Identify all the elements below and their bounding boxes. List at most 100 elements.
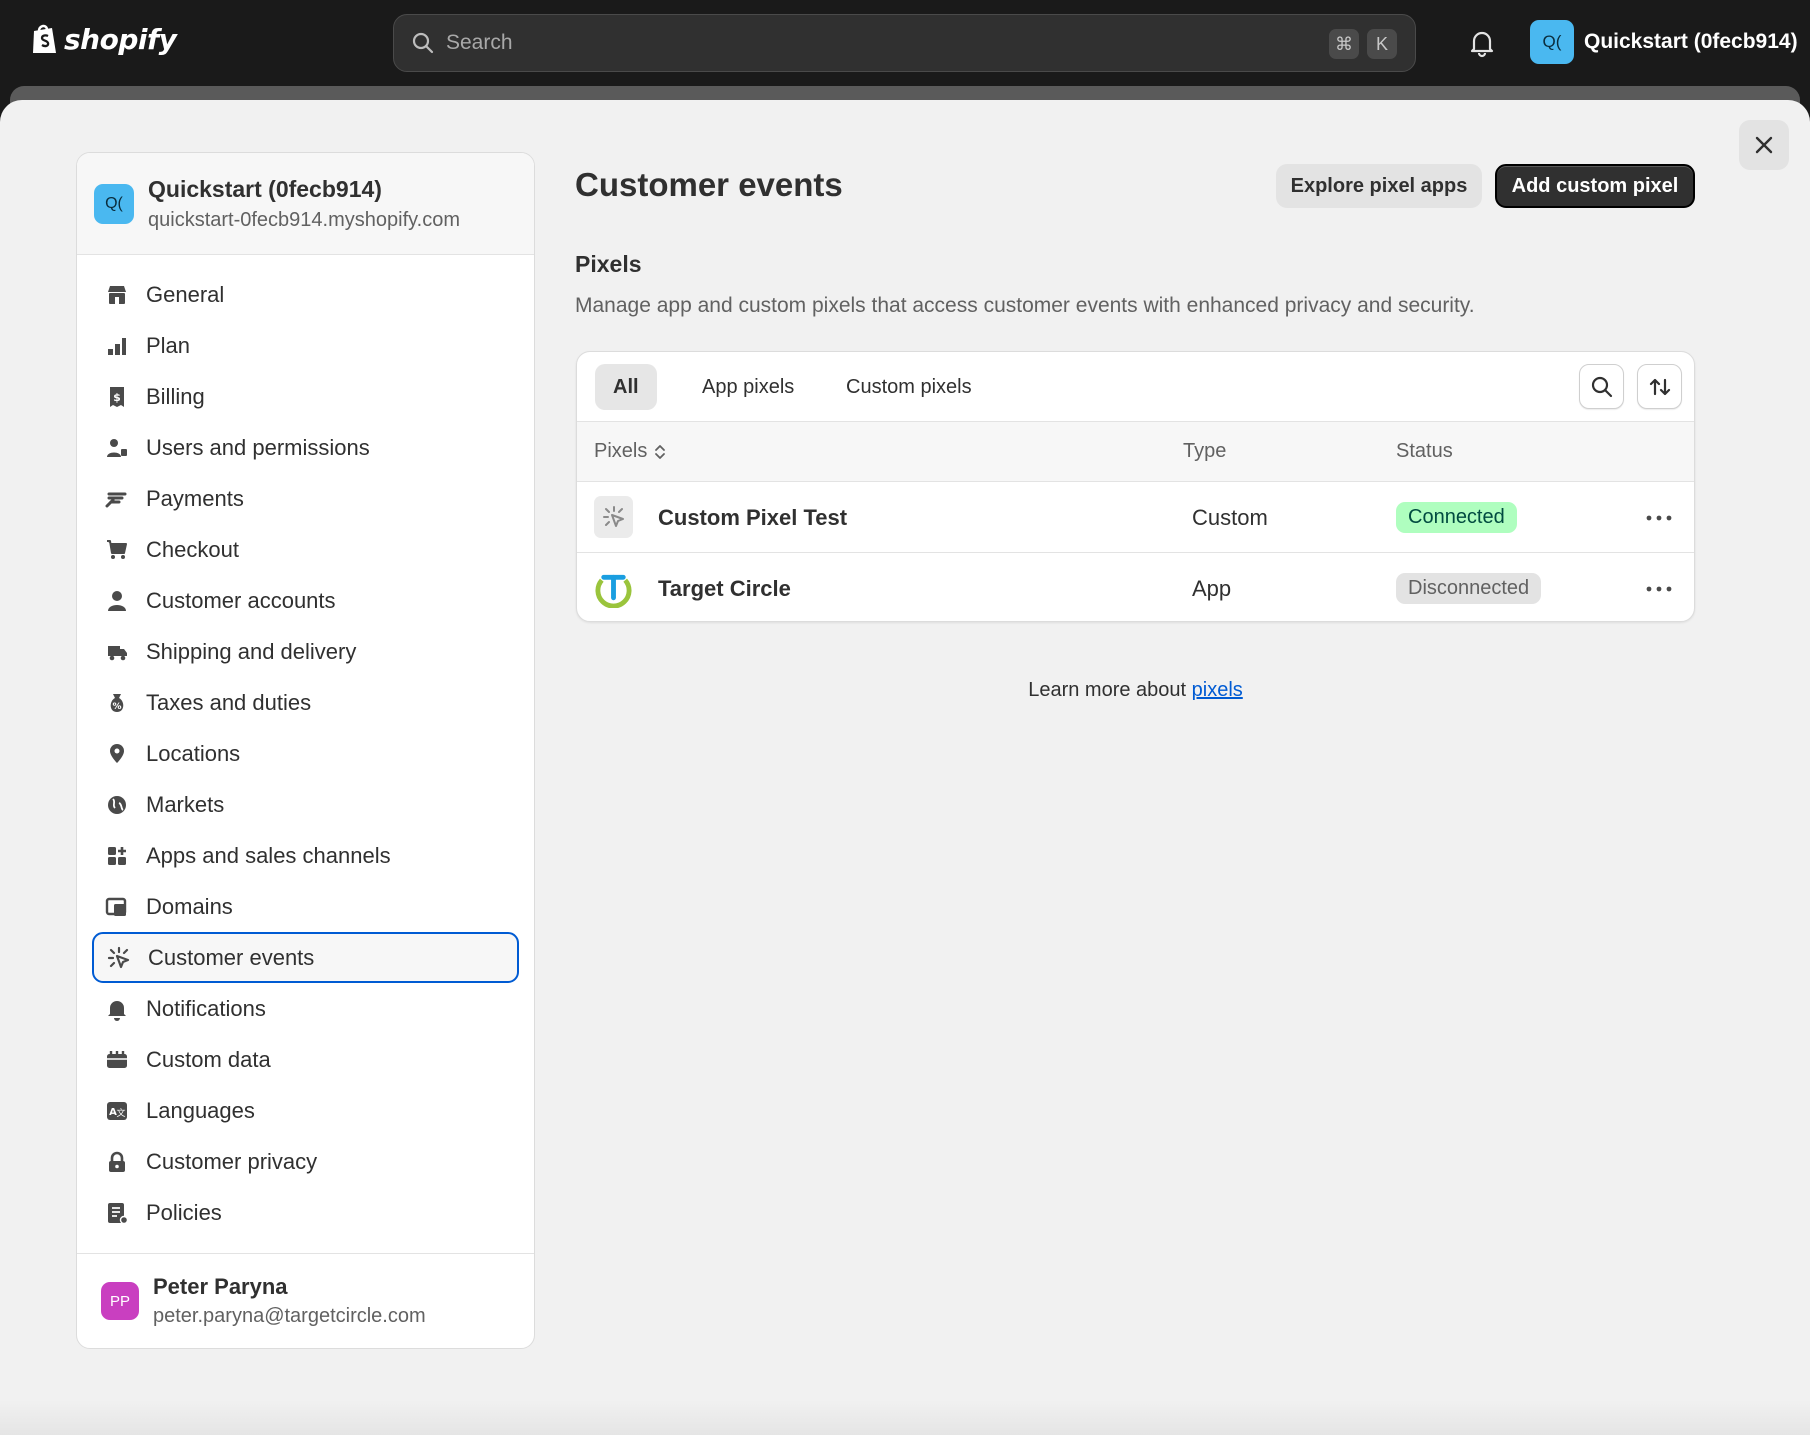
section-title: Pixels (575, 251, 642, 277)
sidebar-item-checkout[interactable]: Checkout (92, 524, 519, 575)
custom-data-icon (104, 1047, 130, 1073)
more-horizontal-icon (1646, 586, 1672, 592)
bell-icon (104, 996, 130, 1022)
tab-all[interactable]: All (595, 364, 657, 410)
person-icon (104, 588, 130, 614)
billing-icon: $ (104, 384, 130, 410)
more-horizontal-icon (1646, 515, 1672, 521)
sidebar-item-billing[interactable]: $ Billing (92, 371, 519, 422)
learn-more-prefix: Learn more about (1028, 679, 1192, 701)
sidebar-item-label: Taxes and duties (146, 689, 312, 715)
table-header: Pixels Type Status (577, 422, 1694, 482)
sort-arrows-icon (1649, 378, 1670, 395)
logo-wordmark: shopify (64, 22, 177, 56)
sidebar-item-domains[interactable]: Domains (92, 881, 519, 932)
column-header-type: Type (1183, 440, 1227, 462)
pixels-help-link[interactable]: pixels (1192, 679, 1243, 701)
sidebar-item-custom-data[interactable]: Custom data (92, 1034, 519, 1085)
settings-nav: General Plan $ Billing Users and permiss… (77, 255, 534, 1238)
sidebar-item-policies[interactable]: Policies (92, 1187, 519, 1238)
pixel-status: Disconnected (1396, 553, 1542, 621)
sidebar-item-label: Shipping and delivery (146, 638, 357, 664)
table-row[interactable]: Target Circle App Disconnected (577, 553, 1694, 621)
page-title: Customer events (575, 166, 843, 203)
sidebar-item-locations[interactable]: Locations (92, 728, 519, 779)
search-input[interactable]: Search ⌘ K (393, 14, 1416, 72)
store-avatar: Q( (94, 183, 134, 224)
sidebar-item-taxes[interactable]: % Taxes and duties (92, 677, 519, 728)
shortcut-k-key: K (1367, 29, 1397, 59)
column-header-label: Pixels (594, 440, 648, 462)
sidebar-item-customer-events[interactable]: Customer events (92, 932, 519, 983)
sidebar-item-customer-accounts[interactable]: Customer accounts (92, 575, 519, 626)
search-icon (412, 32, 434, 54)
sidebar-user-footer[interactable]: PP Peter Paryna peter.paryna@targetcircl… (77, 1253, 534, 1348)
sidebar-item-customer-privacy[interactable]: Customer privacy (92, 1136, 519, 1187)
store-name: Quickstart (0fecb914) (1584, 30, 1798, 53)
tab-app-pixels[interactable]: App pixels (684, 364, 812, 410)
row-actions-button[interactable] (1644, 506, 1674, 530)
notifications-bell-icon[interactable] (1468, 28, 1496, 63)
sidebar-item-label: Billing (146, 383, 205, 409)
sidebar-item-users[interactable]: Users and permissions (92, 422, 519, 473)
sidebar-item-label: Custom data (146, 1046, 271, 1072)
pixel-status: Connected (1396, 482, 1517, 553)
sidebar-item-label: Checkout (146, 536, 239, 562)
sidebar-item-label: Users and permissions (146, 434, 370, 460)
lock-icon (104, 1149, 130, 1175)
pixel-type: Custom (1192, 504, 1268, 530)
policies-icon (104, 1200, 130, 1226)
sidebar-store-domain: quickstart-0fecb914.myshopify.com (148, 208, 460, 231)
truck-icon (104, 639, 130, 665)
sidebar-item-general[interactable]: General (92, 269, 519, 320)
pixel-type: App (1192, 575, 1232, 601)
globe-icon (104, 792, 130, 818)
column-header-status: Status (1396, 440, 1453, 462)
sidebar-item-label: Markets (146, 791, 225, 817)
payments-icon (104, 486, 130, 512)
sidebar-item-label: Plan (146, 332, 191, 358)
shopify-logo[interactable]: shopify (30, 22, 177, 56)
target-circle-icon (595, 574, 632, 608)
sidebar-item-languages[interactable]: A文 Languages (92, 1085, 519, 1136)
sidebar-item-notifications[interactable]: Notifications (92, 983, 519, 1034)
tab-custom-pixels[interactable]: Custom pixels (828, 364, 990, 410)
status-badge: Disconnected (1396, 573, 1542, 604)
svg-text:文: 文 (116, 1107, 125, 1119)
pixels-card: All App pixels Custom pixels Pixels Type… (576, 351, 1695, 622)
sidebar-item-label: Customer events (148, 944, 315, 970)
sidebar-item-markets[interactable]: Markets (92, 779, 519, 830)
row-actions-button[interactable] (1644, 577, 1674, 601)
sidebar-item-payments[interactable]: Payments (92, 473, 519, 524)
sidebar-item-label: Notifications (146, 995, 266, 1021)
pixel-name[interactable]: Custom Pixel Test (658, 482, 847, 553)
sidebar-item-apps[interactable]: Apps and sales channels (92, 830, 519, 881)
sidebar-item-label: Languages (146, 1097, 255, 1123)
sort-button[interactable] (1637, 364, 1682, 409)
sidebar-item-label: Domains (146, 893, 233, 919)
target-circle-logo (594, 567, 633, 609)
sidebar-item-label: Locations (146, 740, 241, 766)
close-button[interactable] (1739, 120, 1789, 170)
top-bar: shopify Search ⌘ K Q( Quickstart (0fecb9… (0, 0, 1810, 86)
search-placeholder: Search (446, 31, 513, 54)
cart-icon (104, 537, 130, 563)
sidebar-item-label: Customer privacy (146, 1148, 318, 1174)
pixel-name[interactable]: Target Circle (658, 553, 791, 621)
taxes-icon: % (104, 690, 130, 716)
search-filter-button[interactable] (1579, 364, 1624, 409)
store-switcher[interactable]: Q( Quickstart (0fecb914) (1530, 20, 1798, 64)
table-row[interactable]: Custom Pixel Test Custom Connected (577, 482, 1694, 553)
languages-icon: A文 (104, 1098, 130, 1124)
add-custom-pixel-button[interactable]: Add custom pixel (1495, 164, 1695, 208)
sidebar-store-header[interactable]: Q( Quickstart (0fecb914) quickstart-0fec… (77, 153, 534, 255)
sidebar-item-plan[interactable]: Plan (92, 320, 519, 371)
location-pin-icon (104, 741, 130, 767)
cursor-click-icon (602, 506, 624, 527)
sort-chevrons-icon (655, 444, 666, 459)
sidebar-item-label: Payments (146, 485, 244, 511)
column-header-pixels[interactable]: Pixels (594, 440, 667, 463)
sidebar-item-shipping[interactable]: Shipping and delivery (92, 626, 519, 677)
close-icon (1755, 136, 1773, 154)
explore-pixel-apps-button[interactable]: Explore pixel apps (1276, 164, 1482, 208)
